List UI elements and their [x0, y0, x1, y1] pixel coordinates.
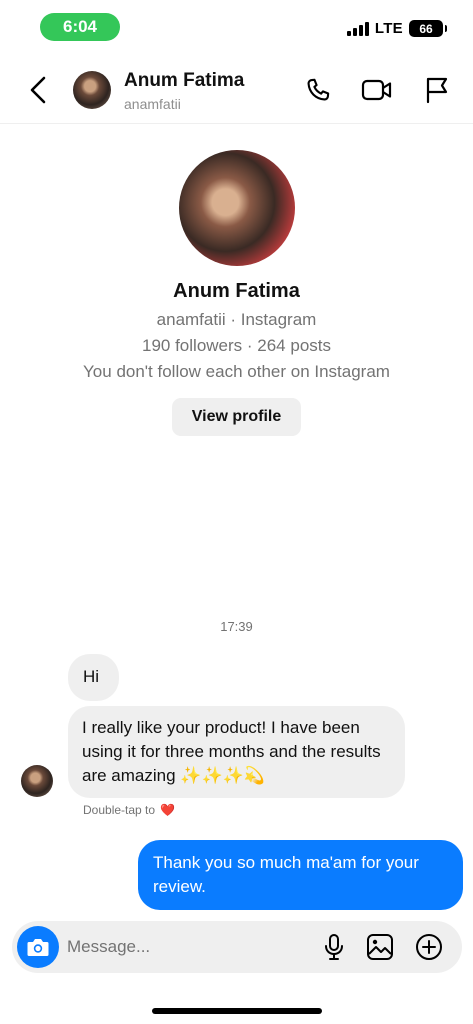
double-tap-label: Double-tap to	[83, 803, 156, 817]
status-indicators: LTE 66	[346, 20, 447, 37]
heart-icon: ❤️	[160, 803, 175, 817]
gallery-button[interactable]	[364, 931, 396, 963]
status-time: 6:04	[40, 13, 120, 41]
message-timestamp: 17:39	[220, 619, 253, 634]
phone-icon	[307, 78, 330, 101]
voice-message-button[interactable]	[318, 931, 350, 963]
microphone-icon	[325, 934, 343, 960]
message-input[interactable]	[67, 931, 297, 963]
video-icon	[361, 79, 392, 101]
home-indicator[interactable]	[152, 1008, 322, 1014]
profile-name: Anum Fatima	[173, 280, 300, 302]
back-button[interactable]	[24, 74, 52, 106]
message-composer	[12, 921, 462, 973]
profile-stats: 190 followers · 264 posts	[142, 336, 331, 355]
report-button[interactable]	[421, 74, 453, 106]
more-options-button[interactable]	[413, 931, 445, 963]
gallery-icon	[367, 934, 393, 960]
header-avatar[interactable]	[73, 71, 111, 109]
signal-icon	[346, 21, 369, 36]
flag-icon	[426, 77, 448, 104]
header-username: anamfatii	[124, 96, 181, 112]
network-type: LTE	[374, 20, 403, 37]
chat-header: Anum Fatima anamfatii	[0, 56, 473, 124]
video-call-button[interactable]	[361, 74, 393, 106]
status-bar: 6:04 LTE 66	[0, 0, 473, 54]
profile-handle: anamfatii · Instagram	[156, 310, 317, 329]
sender-avatar[interactable]	[21, 765, 53, 797]
camera-button[interactable]	[17, 926, 59, 968]
add-icon	[416, 934, 442, 960]
view-profile-button[interactable]: View profile	[172, 398, 301, 436]
profile-avatar[interactable]	[179, 150, 295, 266]
double-tap-hint: Double-tap to ❤️	[83, 803, 175, 817]
header-name[interactable]: Anum Fatima	[124, 70, 244, 92]
outgoing-message[interactable]: Thank you so much ma'am for your review.	[138, 840, 463, 910]
call-button[interactable]	[302, 74, 334, 106]
incoming-message[interactable]: I really like your product! I have been …	[68, 706, 405, 798]
camera-icon	[27, 939, 49, 956]
profile-follow-status: You don't follow each other on Instagram	[83, 362, 390, 381]
battery-icon: 66	[409, 20, 447, 37]
back-icon	[30, 76, 46, 104]
incoming-message[interactable]: Hi	[68, 654, 119, 701]
